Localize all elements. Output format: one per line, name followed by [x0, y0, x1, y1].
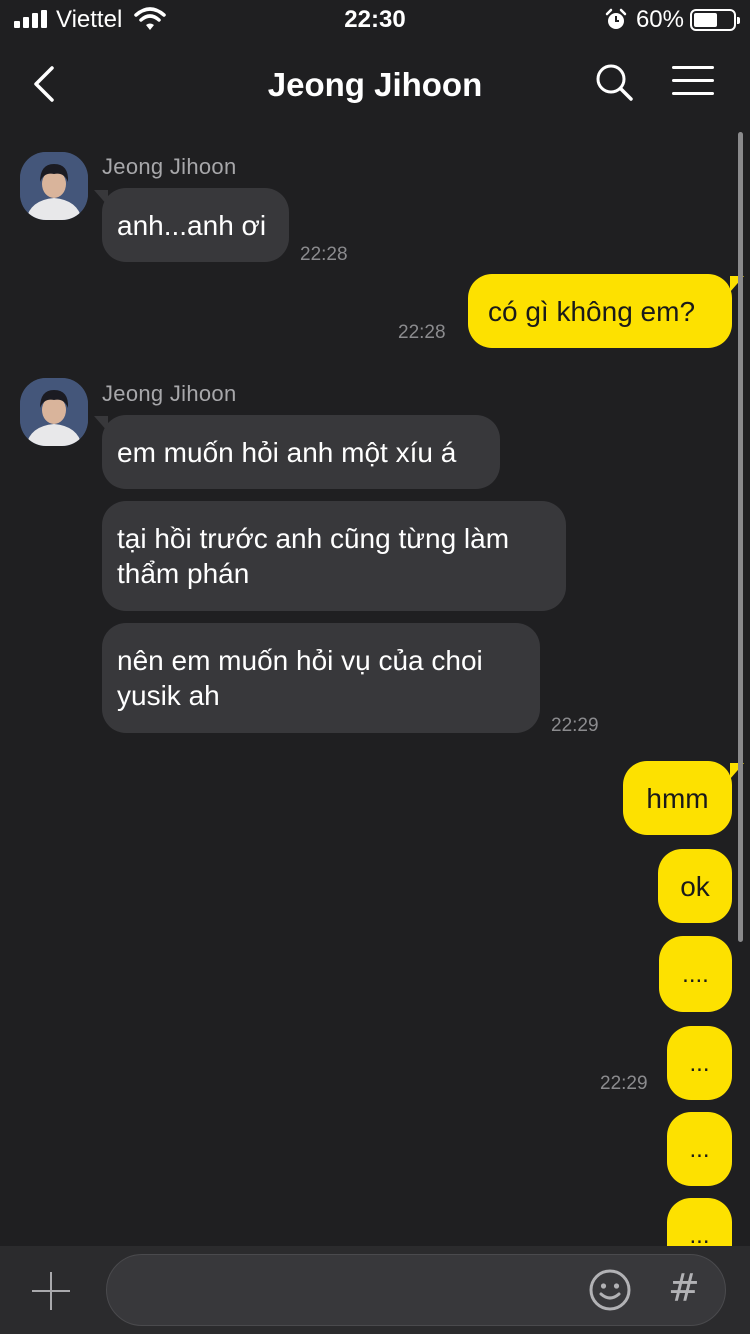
message-bubble[interactable]: nên em muốn hỏi vụ của choi yusik ah	[102, 623, 540, 733]
battery-percent: 60%	[635, 6, 684, 33]
hashtag-icon[interactable]: #	[668, 1266, 700, 1310]
message-time: 22:29	[551, 715, 599, 736]
message-bubble[interactable]: ok	[658, 849, 732, 923]
message-bubble[interactable]: tại hồi trước anh cũng từng làm thẩm phá…	[102, 501, 566, 611]
message-bubble[interactable]: hmm	[623, 761, 732, 835]
chat-title: Jeong Jihoon	[267, 66, 483, 103]
message-bubble[interactable]: ....	[659, 936, 732, 1012]
message-bubble[interactable]: ...	[667, 1026, 732, 1100]
emoji-icon[interactable]	[588, 1268, 632, 1312]
input-bar	[0, 1246, 750, 1334]
message-list[interactable]: Jeong Jihoon anh...anh ơi 22:28 có gì kh…	[0, 130, 750, 1246]
sender-name: Jeong Jihoon	[102, 154, 237, 179]
alarm-icon	[605, 8, 627, 29]
message-time: 22:28	[300, 244, 348, 265]
message-bubble[interactable]: có gì không em?	[468, 274, 732, 348]
status-bar: Viettel 22:30 60%	[0, 0, 750, 40]
plus-icon[interactable]	[32, 1272, 70, 1310]
message-bubble[interactable]: anh...anh ơi	[102, 188, 289, 262]
battery-fill	[694, 13, 717, 27]
message-bubble[interactable]: ...	[667, 1198, 732, 1246]
menu-icon[interactable]	[672, 64, 714, 98]
search-icon[interactable]	[594, 62, 634, 102]
scroll-indicator[interactable]	[738, 132, 743, 942]
message-time: 22:29	[600, 1073, 648, 1094]
avatar[interactable]	[20, 152, 88, 220]
battery-icon	[690, 9, 740, 31]
chat-header: Jeong Jihoon	[0, 40, 750, 130]
avatar[interactable]	[20, 378, 88, 446]
message-bubble[interactable]: ...	[667, 1112, 732, 1186]
message-input[interactable]	[106, 1254, 726, 1326]
message-time: 22:28	[398, 322, 446, 343]
sender-name: Jeong Jihoon	[102, 381, 237, 406]
message-bubble[interactable]: em muốn hỏi anh một xíu á	[102, 415, 500, 489]
